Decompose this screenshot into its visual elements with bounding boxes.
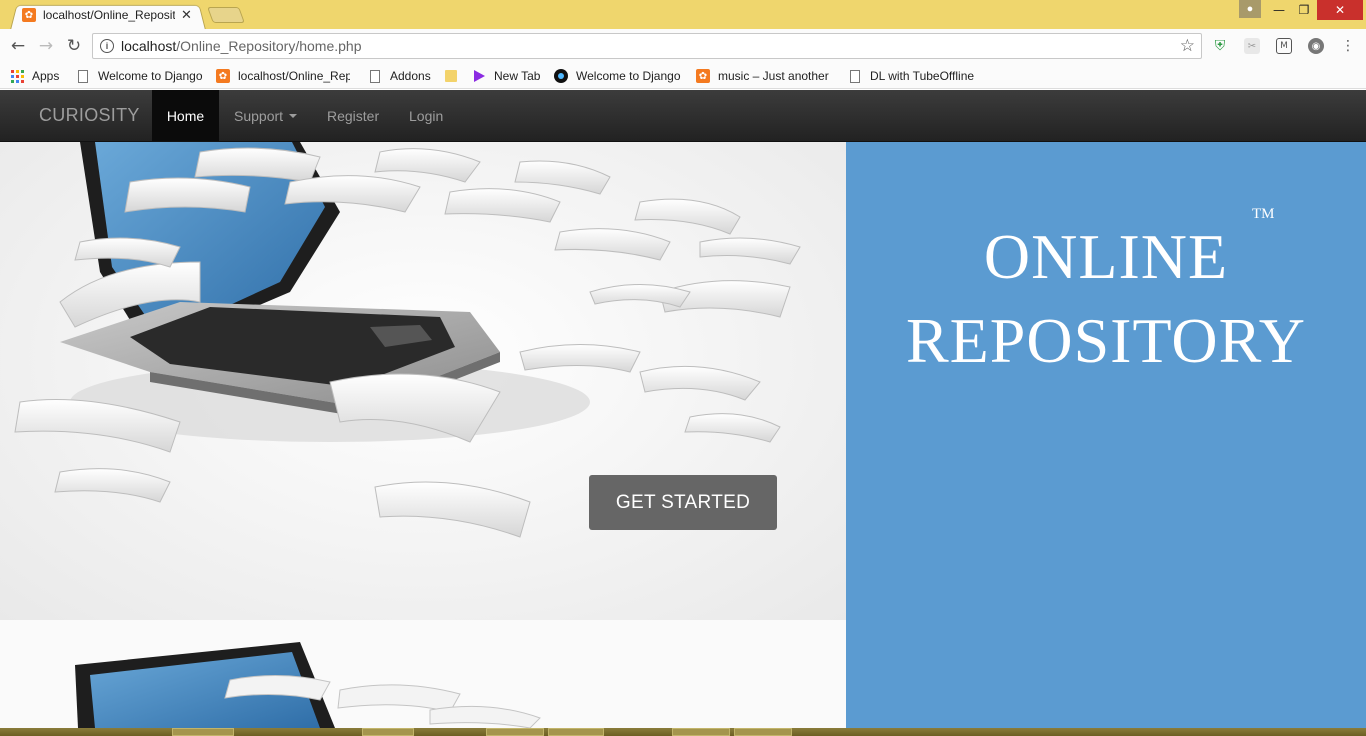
bookmark-music[interactable]: ✿ music – Just another xyxy=(696,67,830,85)
xampp-icon: ✿ xyxy=(216,69,230,83)
shield-extension-icon[interactable]: ⛨ xyxy=(1212,38,1228,54)
bookmark-new-tab[interactable]: New Tab xyxy=(472,67,540,85)
taskbar-item[interactable] xyxy=(362,728,414,736)
xampp-favicon-icon: ✿ xyxy=(22,8,36,22)
m-extension-icon[interactable]: M xyxy=(1276,38,1292,54)
hero-image-secondary xyxy=(0,620,846,728)
logo-line-online: ONLINE xyxy=(983,221,1229,292)
bookmark-django-1[interactable]: Welcome to Django xyxy=(76,67,203,85)
page-icon xyxy=(848,69,862,83)
site-navbar: CURIOSITY Home Support Register Login xyxy=(0,90,1366,142)
reload-icon[interactable]: ↻ xyxy=(64,36,84,56)
bookmark-addons[interactable]: Addons xyxy=(368,67,431,85)
nav-support-label: Support xyxy=(234,107,284,124)
window-close-button[interactable]: ✕ xyxy=(1317,0,1363,20)
bookmark-label: music – Just another xyxy=(718,69,829,83)
pdf-extension-icon[interactable]: ✂ xyxy=(1244,38,1260,54)
forward-arrow-icon[interactable]: → xyxy=(36,36,56,56)
hero-image: GET STARTED xyxy=(0,142,846,620)
brand-logo-text[interactable]: CURIOSITY xyxy=(39,105,140,126)
tab-title: localhost/Online_Reposit xyxy=(43,8,175,22)
taskbar-item[interactable] xyxy=(172,728,234,736)
bookmark-label: localhost/Online_Rep xyxy=(238,69,350,83)
info-icon[interactable]: i xyxy=(100,39,114,53)
bookmark-django-2[interactable]: Welcome to Django xyxy=(554,67,681,85)
back-arrow-icon[interactable]: ← xyxy=(8,36,28,56)
globe-extension-icon[interactable]: ◉ xyxy=(1308,38,1324,54)
taskbar-item[interactable] xyxy=(672,728,730,736)
bookmark-label: Addons xyxy=(390,69,431,83)
url-text[interactable]: localhost/Online_Repository/home.php xyxy=(121,38,362,54)
bookmark-label: Apps xyxy=(32,69,60,83)
trademark-symbol: TM xyxy=(1252,206,1275,222)
address-bar[interactable]: i localhost/Online_Repository/home.php ☆ xyxy=(92,33,1202,59)
taskbar-item[interactable] xyxy=(548,728,604,736)
window-minimize-button[interactable]: — xyxy=(1266,0,1292,20)
circle-icon xyxy=(554,69,568,83)
tab-close-icon[interactable]: ✕ xyxy=(181,8,192,23)
profile-icon[interactable]: ● xyxy=(1239,0,1261,18)
menu-icon[interactable]: ⋮ xyxy=(1340,38,1356,54)
bookmark-online-rep[interactable]: ✿ localhost/Online_Rep xyxy=(216,67,350,85)
apps-grid-icon xyxy=(10,69,24,83)
caret-down-icon xyxy=(289,113,298,118)
browser-tab-content[interactable]: ✿ localhost/Online_Reposit ✕ xyxy=(22,5,202,25)
window-maximize-button[interactable]: ❐ xyxy=(1292,0,1316,20)
bookmark-label: DL with TubeOffline xyxy=(870,69,975,83)
xampp-icon: ✿ xyxy=(696,69,710,83)
browser-toolbar: ← → ↻ i localhost/Online_Repository/home… xyxy=(0,29,1366,63)
bookmark-folder[interactable] xyxy=(444,67,466,85)
new-tab-button[interactable] xyxy=(207,7,245,23)
play-icon xyxy=(472,69,486,83)
nav-home[interactable]: Home xyxy=(152,90,219,141)
taskbar-item[interactable] xyxy=(486,728,544,736)
get-started-button[interactable]: GET STARTED xyxy=(589,475,777,530)
laptop-papers-illustration-2 xyxy=(75,642,541,728)
bookmark-label: Welcome to Django xyxy=(98,69,203,83)
bookmark-apps[interactable]: Apps xyxy=(10,67,59,85)
page-icon xyxy=(76,69,90,83)
logo-line-repository: REPOSITORY xyxy=(905,305,1307,376)
bookmark-tubeoffline[interactable]: DL with TubeOffline xyxy=(848,67,974,85)
bookmark-label: Welcome to Django xyxy=(576,69,681,83)
nav-register[interactable]: Register xyxy=(327,90,379,141)
nav-login[interactable]: Login xyxy=(409,90,443,141)
tab-strip: ✿ localhost/Online_Reposit ✕ ● — ❐ ✕ xyxy=(0,0,1366,31)
nav-support-dropdown[interactable]: Support xyxy=(234,90,298,141)
bookmark-label: New Tab xyxy=(494,69,541,83)
folder-icon xyxy=(444,69,458,83)
url-host: localhost xyxy=(121,38,177,54)
taskbar-item[interactable] xyxy=(734,728,792,736)
url-path: /Online_Repository/home.php xyxy=(176,38,362,54)
bookmark-star-icon[interactable]: ☆ xyxy=(1180,36,1195,56)
page-icon xyxy=(368,69,382,83)
repository-logo-panel: ONLINE TM REPOSITORY xyxy=(846,142,1366,728)
bookmarks-bar: Apps Welcome to Django ✿ localhost/Onlin… xyxy=(0,63,1366,89)
laptop-papers-illustration xyxy=(14,142,801,538)
